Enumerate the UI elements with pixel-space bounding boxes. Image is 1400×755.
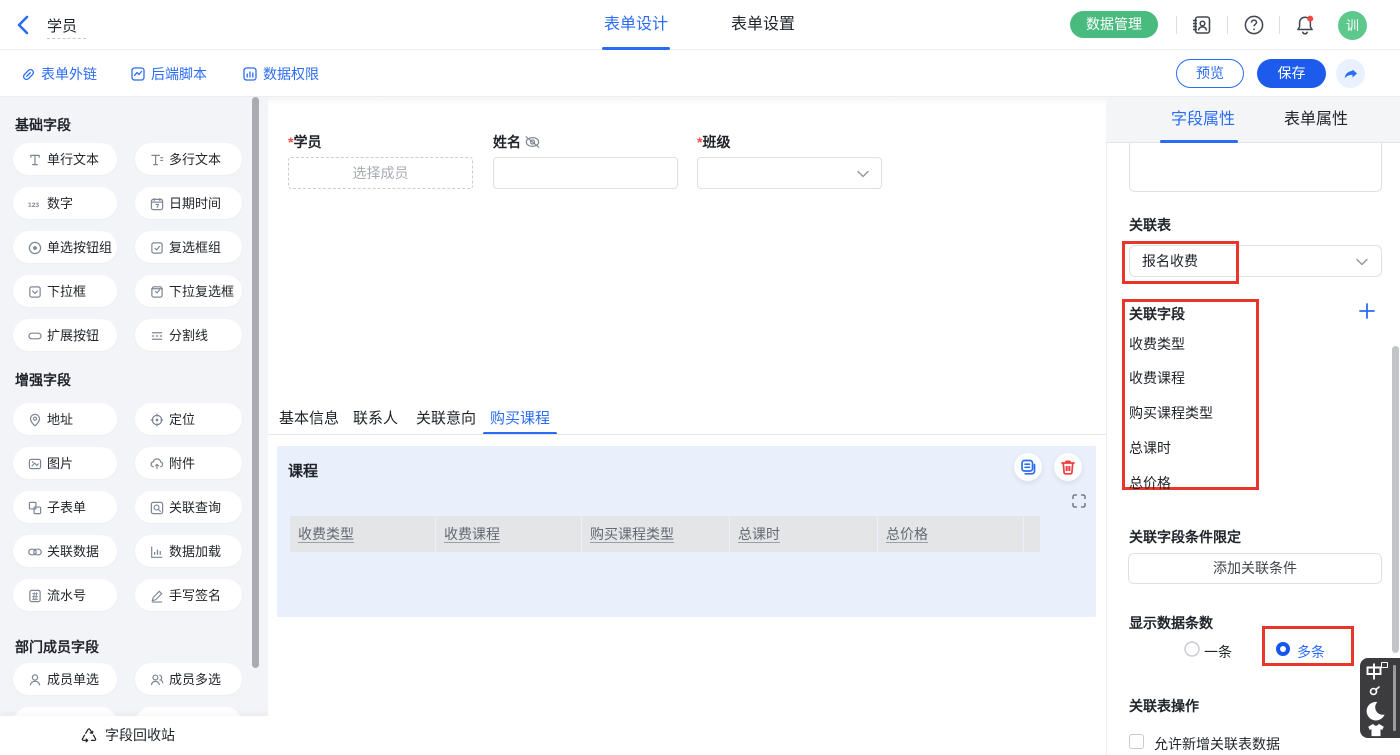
svg-text:123: 123 — [28, 202, 39, 209]
